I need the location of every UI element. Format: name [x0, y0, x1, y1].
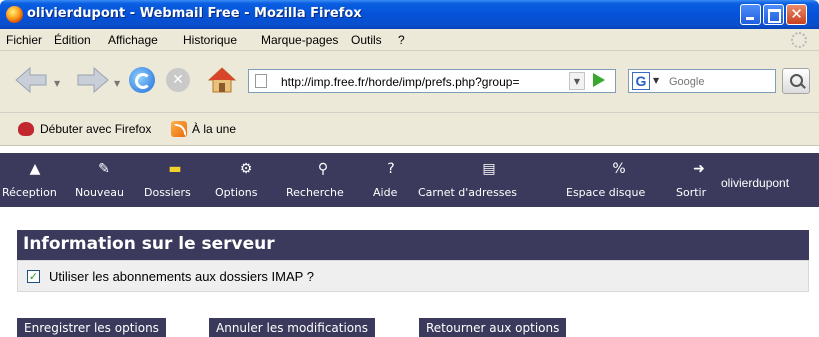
compose-icon: ✎	[98, 161, 110, 177]
nav-sortir[interactable]: ➜ Sortir	[676, 153, 720, 207]
nav-label: Recherche	[286, 186, 344, 199]
window-title: olivierdupont - Webmail Free - Mozilla F…	[27, 6, 362, 21]
navigation-toolbar: ▼ ▼ ✕ ▼ G ▼	[0, 51, 819, 113]
menu-affichage[interactable]: Affichage	[108, 33, 158, 47]
nav-options[interactable]: ⚙ Options	[215, 153, 277, 207]
nav-label: Options	[215, 186, 258, 199]
nav-nouveau[interactable]: ✎ Nouveau	[75, 153, 131, 207]
minimize-icon	[741, 5, 760, 24]
forward-arrow-icon[interactable]	[76, 65, 110, 95]
engine-dropdown-icon[interactable]: ▼	[653, 76, 659, 85]
back-history-dropdown-icon[interactable]: ▼	[54, 79, 60, 88]
maximize-button[interactable]	[763, 4, 784, 25]
inbox-icon: ▲	[29, 161, 41, 177]
firefox-app-icon	[6, 6, 23, 23]
username-label: olivierdupont	[721, 176, 790, 190]
rss-feed-icon	[171, 121, 187, 137]
nav-carnet-adresses[interactable]: ▤ Carnet d'adresses	[418, 153, 560, 207]
back-to-options-button[interactable]: Retourner aux options	[419, 318, 567, 337]
search-icon: ⚲	[317, 161, 329, 177]
url-input[interactable]	[281, 74, 563, 90]
bookmark-a-la-une[interactable]: À la une	[192, 122, 236, 136]
menu-fichier[interactable]: Fichier	[6, 33, 42, 47]
firefox-bookmark-icon	[18, 122, 34, 136]
webmail-page: ▲ Réception ✎ Nouveau ▬ Dossiers ⚙ Optio…	[0, 146, 819, 337]
nav-aide[interactable]: ? Aide	[373, 153, 409, 207]
save-options-button[interactable]: Enregistrer les options	[17, 318, 166, 337]
nav-label: Sortir	[676, 186, 707, 199]
address-bar[interactable]: ▼	[248, 69, 616, 93]
url-history-dropdown[interactable]: ▼	[569, 72, 585, 90]
page-icon	[255, 74, 267, 88]
reload-icon[interactable]	[129, 67, 155, 93]
imap-subscriptions-checkbox[interactable]: ✓	[27, 270, 40, 283]
folders-icon: ▬	[168, 161, 182, 177]
nav-reception[interactable]: ▲ Réception	[2, 153, 66, 207]
menu-help[interactable]: ?	[398, 33, 405, 47]
window-titlebar[interactable]: olivierdupont - Webmail Free - Mozilla F…	[0, 0, 819, 29]
bookmark-debuter-avec-firefox[interactable]: Débuter avec Firefox	[40, 122, 151, 136]
google-engine-icon[interactable]: G	[632, 72, 650, 90]
address-book-icon: ▤	[482, 161, 496, 177]
nav-recherche[interactable]: ⚲ Recherche	[286, 153, 362, 207]
menu-outils[interactable]: Outils	[351, 33, 382, 47]
throbber-icon	[791, 32, 807, 48]
cancel-changes-button[interactable]: Annuler les modifications	[209, 318, 376, 337]
menu-edition[interactable]: Édition	[54, 33, 91, 47]
webmail-top-navigation: ▲ Réception ✎ Nouveau ▬ Dossiers ⚙ Optio…	[0, 153, 819, 207]
forward-history-dropdown-icon[interactable]: ▼	[114, 79, 120, 88]
go-arrow-icon[interactable]	[593, 73, 605, 87]
imap-subscriptions-label: Utiliser les abonnements aux dossiers IM…	[49, 269, 314, 284]
close-icon: ✕	[790, 5, 803, 23]
nav-label: Réception	[2, 186, 57, 199]
minimize-button[interactable]	[740, 4, 761, 25]
nav-label: Nouveau	[75, 186, 124, 199]
maximize-icon	[764, 5, 783, 24]
nav-label: Carnet d'adresses	[418, 186, 518, 199]
home-icon[interactable]	[207, 65, 237, 95]
section-title: Information sur le serveur	[17, 230, 809, 260]
bookmarks-toolbar: Débuter avec Firefox À la une	[0, 113, 819, 146]
options-icon: ⚙	[239, 161, 253, 177]
disk-space-icon: %	[612, 161, 626, 177]
search-bar[interactable]: G ▼	[628, 69, 776, 93]
magnifier-search-icon[interactable]	[782, 68, 810, 94]
nav-label: Aide	[373, 186, 398, 199]
help-icon: ?	[387, 161, 395, 177]
logout-icon: ➜	[693, 161, 705, 177]
nav-label: Dossiers	[144, 186, 191, 199]
nav-label: Espace disque	[566, 186, 646, 199]
menu-historique[interactable]: Historique	[183, 33, 237, 47]
menubar: Fichier Édition Affichage Historique Mar…	[0, 29, 819, 51]
nav-dossiers[interactable]: ▬ Dossiers	[144, 153, 206, 207]
imap-subscriptions-option: ✓ Utiliser les abonnements aux dossiers …	[17, 260, 809, 292]
search-input[interactable]	[669, 74, 769, 90]
menu-marque-pages[interactable]: Marque-pages	[261, 33, 338, 47]
nav-espace-disque[interactable]: % Espace disque	[566, 153, 674, 207]
stop-icon[interactable]: ✕	[166, 68, 190, 92]
close-button[interactable]: ✕	[786, 4, 807, 25]
back-arrow-icon[interactable]	[14, 65, 48, 95]
